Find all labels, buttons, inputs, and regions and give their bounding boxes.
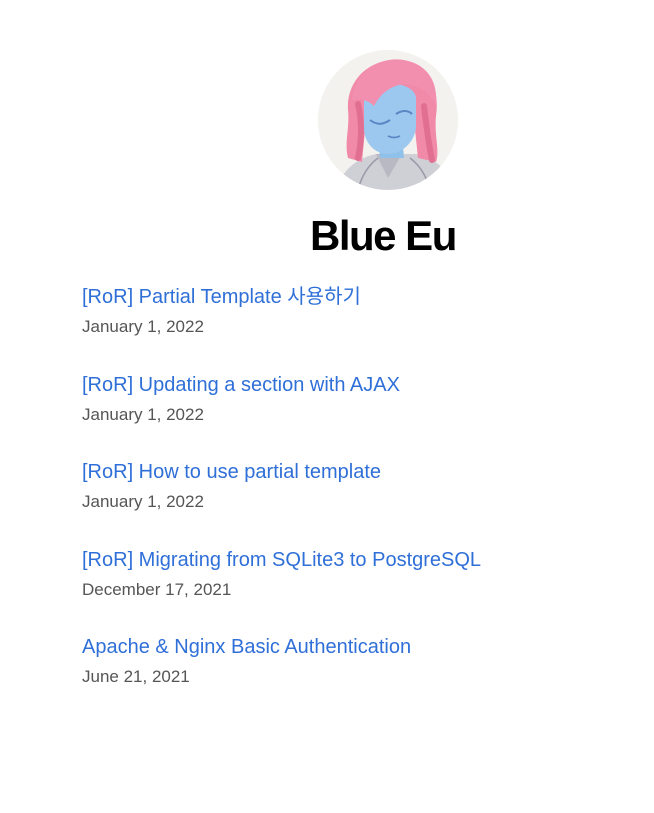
- post-date: December 17, 2021: [82, 579, 232, 599]
- post-item: [RoR] Migrating from SQLite3 to PostgreS…: [82, 546, 481, 634]
- site-title[interactable]: Blue Eu: [310, 210, 457, 262]
- post-date: January 1, 2022: [82, 492, 204, 511]
- post-title-link[interactable]: Apache & Nginx Basic Authentication: [82, 633, 481, 661]
- avatar-illustration-icon: [318, 50, 458, 190]
- post-item: [RoR] Updating a section with AJAX Janua…: [82, 371, 481, 459]
- post-title-link[interactable]: [RoR] Partial Template 사용하기: [82, 283, 481, 311]
- post-item: [RoR] How to use partial template Januar…: [82, 458, 481, 546]
- post-title-link[interactable]: [RoR] Updating a section with AJAX: [82, 371, 481, 399]
- post-item: Apache & Nginx Basic Authentication June…: [82, 633, 481, 721]
- post-date: January 1, 2022: [82, 404, 204, 424]
- post-title-link[interactable]: [RoR] How to use partial template: [82, 458, 481, 486]
- post-item: [RoR] Partial Template 사용하기 January 1, 2…: [82, 283, 481, 371]
- post-date: January 1, 2022: [82, 317, 204, 336]
- post-date: June 21, 2021: [82, 667, 190, 686]
- post-list: [RoR] Partial Template 사용하기 January 1, 2…: [82, 283, 481, 721]
- post-title-link[interactable]: [RoR] Migrating from SQLite3 to PostgreS…: [82, 546, 481, 574]
- avatar[interactable]: [318, 50, 458, 190]
